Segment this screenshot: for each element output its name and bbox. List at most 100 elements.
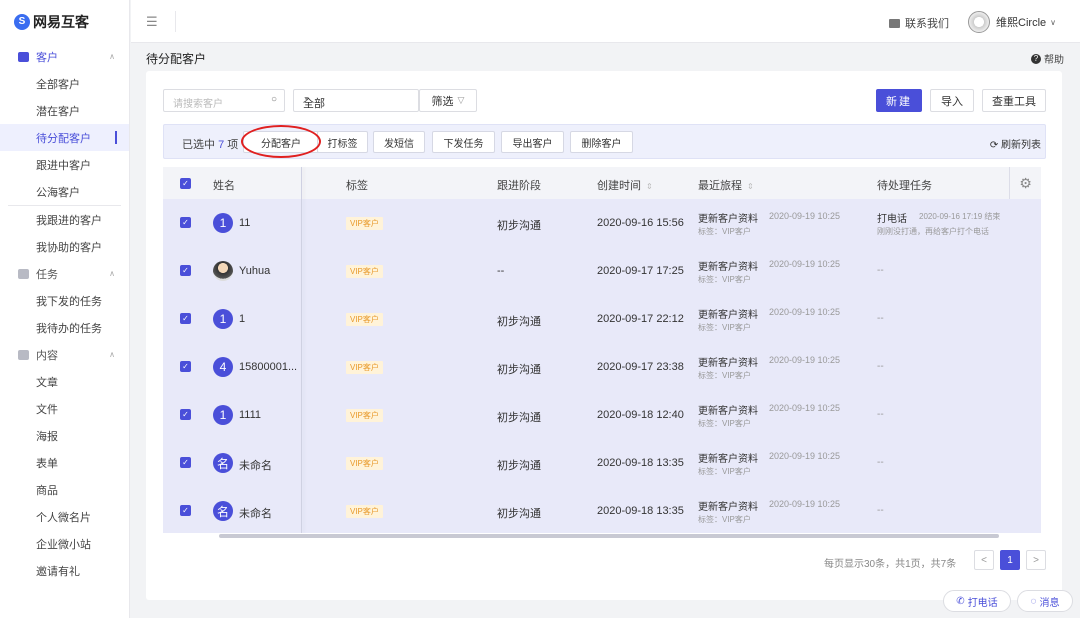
select-all-checkbox[interactable]: ✓ <box>180 178 191 189</box>
sidebar-item[interactable]: 个人微名片 <box>0 503 129 530</box>
sidebar-item[interactable]: 公海客户 <box>0 178 129 205</box>
journey-time: 2020-09-19 10:25 <box>769 259 841 269</box>
avatar: 4 <box>213 357 233 377</box>
sidebar-item[interactable]: 企业微小站 <box>0 530 129 557</box>
tag-badge: VIP客户 <box>346 457 383 470</box>
sidebar-item[interactable]: 表单 <box>0 449 129 476</box>
row-checkbox[interactable]: ✓ <box>180 361 191 372</box>
nav-group-label: 客户 <box>36 51 58 64</box>
add-tag-button[interactable]: 打标签 <box>317 131 368 153</box>
sidebar-item[interactable]: 我协助的客户 <box>0 233 129 260</box>
created-cell: 2020-09-18 13:35 <box>597 457 684 469</box>
dedupe-tool-button[interactable]: 查重工具 <box>982 89 1046 112</box>
message-float-button[interactable]: ◌ 消息 <box>1017 590 1073 612</box>
search-placeholder: 请搜索客户 <box>173 99 223 110</box>
send-sms-button[interactable]: 发短信 <box>373 131 425 153</box>
table-row[interactable]: ✓ 1 1111 VIP客户 初步沟通 2020-09-18 12:40 更新客户资料 202… <box>163 391 1041 439</box>
table-row[interactable]: ✓ 4 15800001... VIP客户 初步沟通 2020-09-17 23:38 更新… <box>163 343 1041 391</box>
user-name: 维熙Circle <box>996 17 1047 29</box>
page-button-current[interactable]: 1 <box>1000 550 1020 570</box>
prev-page-button[interactable]: < <box>974 550 994 570</box>
brand-mark-icon: S <box>14 13 30 30</box>
call-float-button[interactable]: ✆ 打电话 <box>943 590 1011 612</box>
avatar: 1 <box>213 405 233 425</box>
sidebar-item[interactable]: 海报 <box>0 422 129 449</box>
import-button[interactable]: 导入 <box>930 89 974 112</box>
customer-name[interactable]: 未命名 <box>239 457 272 473</box>
col-journey-label: 最近旅程 <box>698 180 742 192</box>
col-journey[interactable]: 最近旅程 ⇕ <box>698 177 754 193</box>
table-row[interactable]: ✓ 1 1 VIP客户 初步沟通 2020-09-17 22:12 更新客户资料 2020-0… <box>163 295 1041 343</box>
next-page-button[interactable]: > <box>1026 550 1046 570</box>
sidebar-item[interactable]: 待分配客户 <box>0 124 129 151</box>
sidebar-nav: 客户 ∧ 全部客户 潜在客户 待分配客户 跟进中客户 公海客户 我跟进的客户 我协助的客户 任务 ∧… <box>0 43 129 584</box>
sidebar-item[interactable]: 我待办的任务 <box>0 314 129 341</box>
customer-name[interactable]: 1111 <box>239 409 261 421</box>
tag-badge: VIP客户 <box>346 361 383 374</box>
sidebar-item[interactable]: 我跟进的客户 <box>0 206 129 233</box>
row-checkbox[interactable]: ✓ <box>180 457 191 468</box>
row-checkbox[interactable]: ✓ <box>180 505 191 516</box>
customer-name[interactable]: 15800001... <box>239 361 297 373</box>
brand-logo[interactable]: S 网易互客 <box>0 0 129 43</box>
journey-time: 2020-09-19 10:25 <box>769 307 841 317</box>
horizontal-scrollbar[interactable] <box>219 534 999 538</box>
sidebar-item[interactable]: 潜在客户 <box>0 97 129 124</box>
filter-button[interactable]: 筛选 ▽ <box>419 89 477 112</box>
nav-group-customer[interactable]: 客户 ∧ <box>0 43 129 70</box>
customer-name[interactable]: 未命名 <box>239 505 272 521</box>
sidebar-item[interactable]: 全部客户 <box>0 70 129 97</box>
row-checkbox[interactable]: ✓ <box>180 217 191 228</box>
nav-group-content[interactable]: 内容 ∧ <box>0 341 129 368</box>
task-empty: -- <box>877 313 884 324</box>
avatar <box>213 261 233 281</box>
sidebar-item[interactable]: 跟进中客户 <box>0 151 129 178</box>
col-created-label: 创建时间 <box>597 180 641 192</box>
journey-title: 更新客户资料 <box>698 262 758 273</box>
column-settings-gear-icon[interactable]: ⚙ <box>1009 167 1041 199</box>
new-button[interactable]: 新建 <box>876 89 922 112</box>
message-icon: ◌ <box>1030 595 1037 607</box>
table-row[interactable]: ✓ 1 11 VIP客户 初步沟通 2020-09-16 15:56 更新客户资料 2020-… <box>163 199 1041 247</box>
selected-suffix: 项 <box>227 139 239 151</box>
scope-select[interactable]: 全部 ▼ <box>293 89 419 112</box>
contact-us-link[interactable]: 联系我们 <box>889 15 949 31</box>
pagination-info: 每页显示30条，共1页，共7条 <box>824 559 957 570</box>
table-row[interactable]: ✓ Yuhua VIP客户 -- 2020-09-17 17:25 更新客户资料 2020-… <box>163 247 1041 295</box>
search-input[interactable]: 请搜索客户 ○ <box>163 89 285 112</box>
phone-icon: ✆ <box>956 595 965 607</box>
sidebar-item[interactable]: 文章 <box>0 368 129 395</box>
tag-badge: VIP客户 <box>346 505 383 518</box>
avatar: 1 <box>213 213 233 233</box>
col-created[interactable]: 创建时间 ⇕ <box>597 177 653 193</box>
user-menu[interactable]: 维熙Circle ∨ <box>968 11 1056 33</box>
row-checkbox[interactable]: ✓ <box>180 409 191 420</box>
task-empty: -- <box>877 409 884 420</box>
menu-fold-icon[interactable]: ☰ <box>146 14 158 30</box>
task-title: 打电话 <box>877 214 907 225</box>
sidebar-item[interactable]: 文件 <box>0 395 129 422</box>
table-row[interactable]: ✓ 名未命名 VIP客户 初步沟通 2020-09-18 13:35 更新客户资料 2020… <box>163 487 1041 535</box>
journey-desc: 标签：VIP客户 <box>698 515 751 524</box>
delete-customer-button[interactable]: 删除客户 <box>570 131 633 153</box>
sidebar-item[interactable]: 我下发的任务 <box>0 287 129 314</box>
help-link[interactable]: ? 帮助 <box>1031 51 1064 66</box>
row-checkbox[interactable]: ✓ <box>180 313 191 324</box>
customer-name[interactable]: 11 <box>239 217 250 229</box>
table-row[interactable]: ✓ 名未命名 VIP客户 初步沟通 2020-09-18 13:35 更新客户资料 2020… <box>163 439 1041 487</box>
refresh-list-button[interactable]: ⟳ 刷新列表 <box>990 136 1041 151</box>
customer-name[interactable]: Yuhua <box>239 265 270 277</box>
chevron-down-icon: ∨ <box>1050 17 1056 27</box>
sidebar-item[interactable]: 邀请有礼 <box>0 557 129 584</box>
export-customer-button[interactable]: 导出客户 <box>501 131 564 153</box>
nav-group-label: 内容 <box>36 349 58 362</box>
nav-group-task[interactable]: 任务 ∧ <box>0 260 129 287</box>
customer-icon <box>18 51 29 62</box>
col-tag: 标签 <box>346 180 368 192</box>
row-checkbox[interactable]: ✓ <box>180 265 191 276</box>
customer-name[interactable]: 1 <box>239 313 245 325</box>
refresh-icon: ⟳ <box>989 140 999 151</box>
created-cell: 2020-09-17 23:38 <box>597 361 684 373</box>
sidebar-item[interactable]: 商品 <box>0 476 129 503</box>
assign-task-button[interactable]: 下发任务 <box>432 131 495 153</box>
